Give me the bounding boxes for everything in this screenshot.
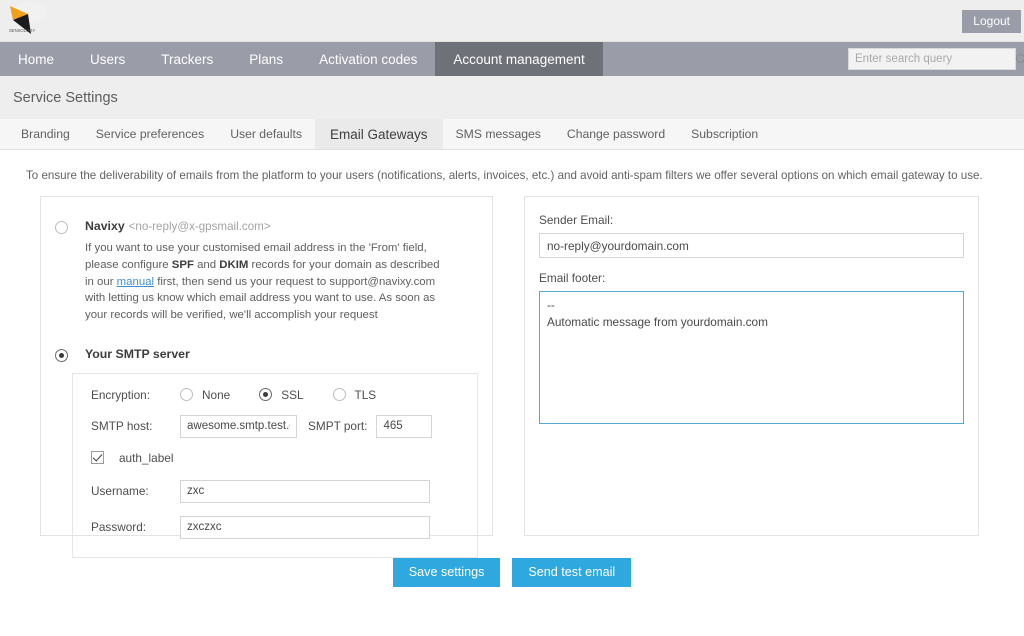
nav-item-account-management[interactable]: Account management xyxy=(435,42,603,76)
tab-subscription[interactable]: Subscription xyxy=(678,119,771,149)
smtp-option-title: Your SMTP server xyxy=(85,346,190,361)
settings-tabs: Branding Service preferences User defaul… xyxy=(0,119,1024,150)
navixy-option-body: Navixy <no-reply@x-gpsmail.com> If you wa… xyxy=(68,219,445,324)
encryption-option-ssl[interactable]: SSL xyxy=(259,387,304,402)
encryption-option-tls[interactable]: TLS xyxy=(332,387,377,402)
tab-sms-messages[interactable]: SMS messages xyxy=(443,119,554,149)
brand-logo[interactable]: SENSOLOGY xyxy=(4,0,50,38)
gateway-options-panel: Navixy <no-reply@x-gpsmail.com> If you wa… xyxy=(40,196,493,558)
auth-checkbox[interactable] xyxy=(91,451,104,465)
desc-dkim: DKIM xyxy=(219,258,249,271)
search-icon[interactable] xyxy=(1015,53,1024,66)
nav-item-plans[interactable]: Plans xyxy=(231,42,301,76)
encryption-label: Encryption: xyxy=(91,387,151,402)
logout-button[interactable]: Logout xyxy=(962,10,1021,33)
smtp-host-label: SMTP host: xyxy=(91,419,153,434)
main-navigation: Home Users Trackers Plans Activation cod… xyxy=(0,42,1024,76)
sender-email-label: Sender Email: xyxy=(539,213,614,227)
panels-container: Navixy <no-reply@x-gpsmail.com> If you wa… xyxy=(0,182,1024,558)
password-row: Password: xyxy=(73,515,477,539)
navixy-radio[interactable] xyxy=(55,221,68,234)
encryption-none-label: None xyxy=(202,387,231,402)
username-label: Username: xyxy=(91,484,149,499)
nav-item-trackers[interactable]: Trackers xyxy=(143,42,231,76)
smtp-option-row[interactable]: Your SMTP server xyxy=(41,324,492,362)
password-label: Password: xyxy=(91,520,147,535)
navixy-label: Navixy xyxy=(85,219,125,233)
encryption-tls-label: TLS xyxy=(354,387,377,402)
sender-settings-panel: Sender Email: Email footer: -- Automatic… xyxy=(524,196,979,536)
manual-link[interactable]: manual xyxy=(117,276,154,288)
encryption-option-none[interactable]: None xyxy=(180,388,230,402)
tab-branding[interactable]: Branding xyxy=(8,119,83,149)
host-port-row: SMTP host: SMPT port: xyxy=(73,414,477,438)
navixy-option-title: Navixy <no-reply@x-gpsmail.com> xyxy=(85,219,445,233)
encryption-row: Encryption: None SSL TLS xyxy=(73,388,477,402)
encryption-ssl-label: SSL xyxy=(281,387,304,402)
nav-item-home[interactable]: Home xyxy=(0,42,72,76)
search-input[interactable] xyxy=(849,53,1015,65)
password-input[interactable] xyxy=(180,515,430,539)
smtp-port-input[interactable] xyxy=(376,414,433,438)
tab-service-preferences[interactable]: Service preferences xyxy=(83,119,217,149)
nav-item-activation-codes[interactable]: Activation codes xyxy=(301,42,435,76)
encryption-ssl-radio[interactable] xyxy=(259,388,273,402)
auth-checkbox-row[interactable]: auth_label xyxy=(73,451,477,465)
tab-change-password[interactable]: Change password xyxy=(554,119,678,149)
intro-text: To ensure the deliverability of emails f… xyxy=(26,169,983,182)
smtp-option-body: Your SMTP server xyxy=(68,347,190,362)
encryption-tls-radio[interactable] xyxy=(332,388,346,402)
navixy-option-row[interactable]: Navixy <no-reply@x-gpsmail.com> If you wa… xyxy=(41,197,492,324)
desc-part-2: and xyxy=(193,258,220,271)
page-title: Service Settings xyxy=(13,89,118,106)
smtp-port-label: SMPT port: xyxy=(308,419,368,434)
desc-spf: SPF xyxy=(171,258,194,271)
smtp-settings-box: Encryption: None SSL TLS SMTP host: awes… xyxy=(72,372,478,558)
encryption-none-radio[interactable] xyxy=(180,388,193,402)
navixy-address: <no-reply@x-gpsmail.com> xyxy=(128,220,271,233)
content-area: To ensure the deliverability of emails f… xyxy=(0,150,1024,635)
tab-email-gateways[interactable]: Email Gateways xyxy=(315,119,443,149)
navixy-description: If you want to use your customised email… xyxy=(85,240,445,324)
search-box[interactable] xyxy=(848,48,1024,70)
svg-text:SENSOLOGY: SENSOLOGY xyxy=(9,28,36,33)
email-footer-textarea[interactable]: -- Automatic message from yourdomain.com xyxy=(539,291,964,424)
top-bar: SENSOLOGY Logout xyxy=(0,0,1024,42)
username-row: Username: xyxy=(73,479,477,503)
tab-user-defaults[interactable]: User defaults xyxy=(217,119,315,149)
page-title-bar: Service Settings xyxy=(0,76,1024,119)
send-test-email-button[interactable]: Send test email xyxy=(512,558,632,587)
action-buttons: Save settings Send test email xyxy=(0,558,1024,587)
smtp-radio[interactable] xyxy=(55,348,68,362)
email-footer-label: Email footer: xyxy=(539,271,606,285)
smtp-host-input[interactable] xyxy=(180,414,297,438)
sender-email-input[interactable] xyxy=(539,233,964,258)
save-settings-button[interactable]: Save settings xyxy=(392,558,501,587)
username-input[interactable] xyxy=(180,479,430,503)
nav-item-users[interactable]: Users xyxy=(72,42,143,76)
auth-checkbox-label: auth_label xyxy=(119,450,174,465)
